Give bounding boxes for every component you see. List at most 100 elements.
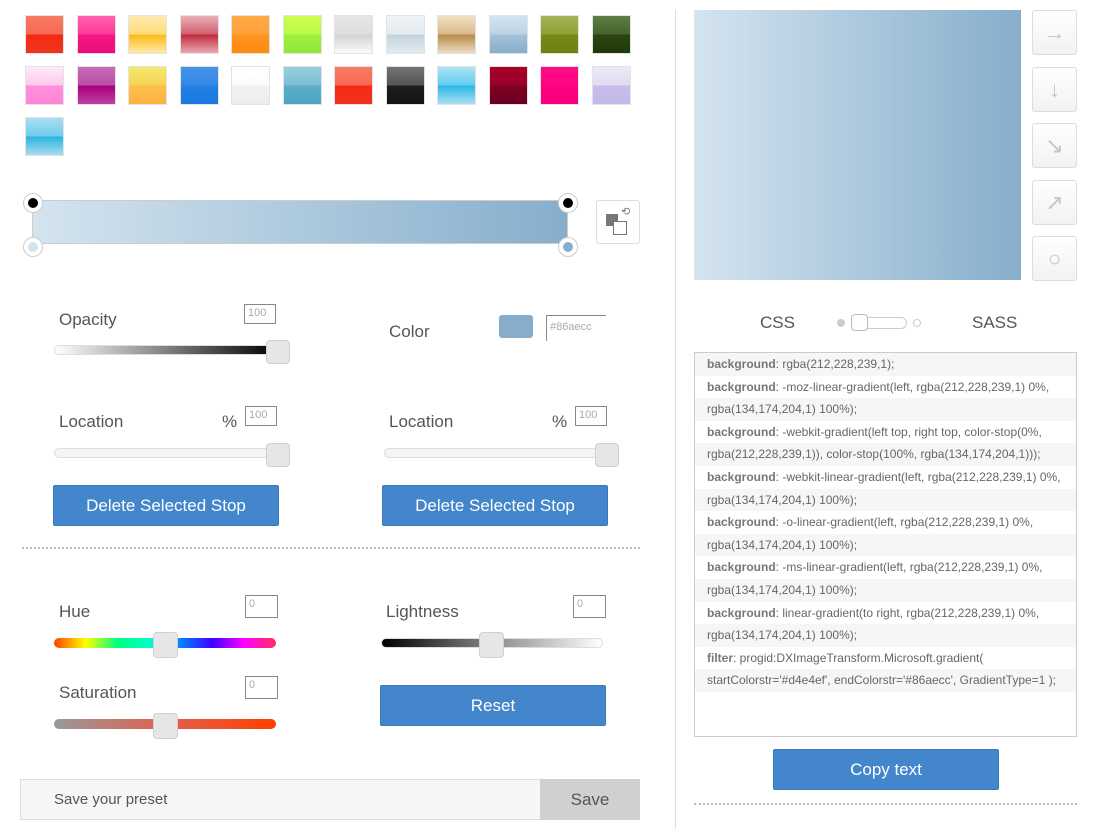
code-line: background: -ms-linear-gradient(left, rg… [695, 556, 1076, 579]
preset-swatch[interactable] [25, 117, 64, 156]
preset-swatch[interactable] [76, 66, 116, 105]
left-location-slider[interactable] [54, 448, 279, 458]
preset-swatch[interactable] [591, 15, 631, 54]
preset-swatch[interactable] [591, 66, 631, 105]
left-location-input[interactable]: 100 [245, 406, 277, 426]
right-location-thumb[interactable] [595, 443, 619, 467]
css-label: CSS [760, 313, 795, 332]
swap-colors-button[interactable]: ⟲ [596, 200, 640, 244]
delete-stop-button-right[interactable]: Delete Selected Stop [382, 485, 608, 526]
code-property: background [707, 379, 776, 394]
lightness-label: Lightness [386, 602, 459, 621]
code-line: background: -webkit-gradient(left top, r… [695, 421, 1076, 444]
code-line: rgba(134,174,204,1) 100%); [695, 624, 1076, 647]
preset-swatch[interactable] [231, 66, 270, 105]
hue-input[interactable]: 0 [245, 595, 278, 618]
direction-vertical-button[interactable]: ↓ [1032, 67, 1077, 112]
color-stop-right[interactable] [558, 237, 578, 257]
preset-swatch[interactable] [334, 66, 373, 105]
code-value: : -moz-linear-gradient(left, rgba(212,22… [775, 379, 1050, 394]
gradient-bar[interactable] [32, 200, 568, 244]
opacity-slider-thumb[interactable] [266, 340, 290, 364]
preset-swatch[interactable] [334, 15, 373, 54]
css-sass-toggle[interactable] [837, 314, 923, 331]
circle-icon: ○ [1047, 246, 1062, 271]
right-location-input[interactable]: 100 [575, 406, 607, 426]
preset-swatch[interactable] [25, 15, 64, 54]
opacity-stop-right[interactable] [558, 193, 578, 213]
right-percent-sign: % [552, 412, 568, 431]
preset-swatch[interactable] [385, 15, 425, 54]
reset-button[interactable]: Reset [380, 685, 606, 726]
preset-name-input[interactable]: Save your preset [20, 779, 540, 820]
panel-divider [675, 10, 676, 829]
preset-swatch[interactable] [179, 66, 219, 105]
code-value: rgba(134,174,204,1) 100%); [707, 582, 858, 597]
direction-horizontal-button[interactable]: → [1032, 10, 1077, 55]
code-line: background: linear-gradient(to right, rg… [695, 602, 1076, 625]
color-preview-swatch[interactable] [499, 315, 533, 338]
direction-diagonal-up-button[interactable]: ↗ [1032, 180, 1077, 225]
preset-swatch[interactable] [282, 66, 322, 105]
arrow-down-right-icon: ↘ [1045, 133, 1064, 158]
arrow-up-right-icon: ↗ [1045, 190, 1064, 215]
code-line: filter: progid:DXImageTransform.Microsof… [695, 647, 1076, 670]
code-line: background: -moz-linear-gradient(left, r… [695, 376, 1076, 399]
preset-swatch[interactable] [179, 15, 219, 54]
direction-diagonal-down-button[interactable]: ↘ [1032, 123, 1077, 168]
code-property: background [707, 357, 776, 371]
saturation-input[interactable]: 0 [245, 676, 278, 699]
preset-swatch[interactable] [488, 15, 528, 54]
code-property: background [707, 424, 776, 439]
preset-swatch[interactable] [128, 66, 167, 105]
saturation-label: Saturation [59, 683, 137, 702]
code-line: rgba(134,174,204,1) 100%); [695, 398, 1076, 421]
lightness-input[interactable]: 0 [573, 595, 606, 618]
left-location-label: Location [59, 412, 124, 431]
left-location-thumb[interactable] [266, 443, 290, 467]
code-property: background [707, 515, 776, 530]
preset-swatch[interactable] [488, 66, 528, 105]
copy-text-button[interactable]: Copy text [773, 749, 999, 790]
preset-swatch[interactable] [76, 15, 116, 54]
color-hex-input[interactable]: #86aecc [546, 315, 606, 341]
arrow-right-icon: → [1043, 20, 1066, 45]
code-value: : -o-linear-gradient(left, rgba(212,228,… [775, 515, 1034, 530]
preset-swatch[interactable] [25, 66, 64, 105]
code-value: : linear-gradient(to right, rgba(212,228… [775, 605, 1040, 620]
left-percent-sign: % [222, 412, 238, 431]
preset-swatch[interactable] [540, 15, 579, 54]
lightness-slider-thumb[interactable] [479, 632, 504, 658]
code-line: rgba(212,228,239,1)), color-stop(100%, r… [695, 443, 1076, 466]
generated-code-output[interactable]: background: rgba(212,228,239,1); backgrou… [694, 352, 1077, 737]
hue-slider-thumb[interactable] [153, 632, 178, 658]
preset-swatch[interactable] [385, 66, 425, 105]
code-value: rgba(134,174,204,1) 100%); [707, 402, 858, 417]
gradient-preview [694, 10, 1021, 280]
preset-swatch[interactable] [128, 15, 167, 54]
swap-arrow-icon: ⟲ [621, 206, 631, 218]
opacity-stop-left[interactable] [23, 193, 43, 213]
preset-swatch[interactable] [437, 66, 476, 105]
code-value: : progid:DXImageTransform.Microsoft.grad… [733, 650, 984, 665]
preset-swatch[interactable] [282, 15, 322, 54]
code-value: rgba(134,174,204,1) 100%); [707, 492, 858, 507]
code-property: background [707, 560, 776, 575]
opacity-label: Opacity [59, 310, 117, 329]
code-value: startColorstr='#d4e4ef', endColorstr='#8… [707, 673, 1057, 688]
color-stop-left[interactable] [23, 237, 43, 257]
save-preset-button[interactable]: Save [540, 779, 640, 820]
preset-swatch[interactable] [540, 66, 579, 105]
opacity-slider[interactable] [54, 345, 279, 355]
preset-name-placeholder: Save your preset [54, 791, 168, 808]
direction-radial-button[interactable]: ○ [1032, 236, 1077, 281]
code-value: : -webkit-gradient(left top, right top, … [775, 424, 1042, 439]
delete-stop-button-left[interactable]: Delete Selected Stop [53, 485, 279, 526]
saturation-slider-thumb[interactable] [153, 713, 178, 739]
preset-swatch[interactable] [437, 15, 476, 54]
preset-swatch[interactable] [231, 15, 270, 54]
right-location-slider[interactable] [384, 448, 609, 458]
code-line: rgba(134,174,204,1) 100%); [695, 578, 1076, 602]
opacity-input[interactable]: 100 [244, 304, 276, 324]
code-line: startColorstr='#d4e4ef', endColorstr='#8… [695, 669, 1076, 692]
